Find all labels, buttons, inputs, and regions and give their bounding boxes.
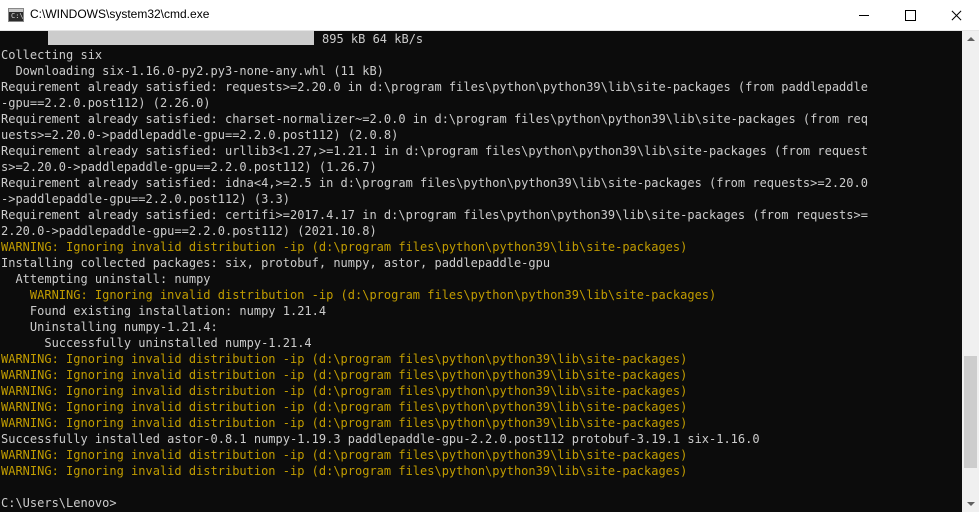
warning-line: WARNING: Ignoring invalid distribution -… bbox=[1, 368, 688, 382]
window-title: C:\WINDOWS\system32\cmd.exe bbox=[30, 7, 210, 21]
console-line: s>=2.20.0->paddlepaddle-gpu==2.2.0.post1… bbox=[1, 160, 377, 174]
download-progress-text: 895 kB 64 kB/s bbox=[322, 32, 424, 46]
vertical-scrollbar[interactable] bbox=[962, 31, 979, 512]
console-lines: Collecting six Downloading six-1.16.0-py… bbox=[1, 47, 962, 511]
console-line: Installing collected packages: six, prot… bbox=[1, 256, 551, 270]
console-line: Requirement already satisfied: urllib3<1… bbox=[1, 144, 868, 158]
console-line: Requirement already satisfied: idna<4,>=… bbox=[1, 176, 868, 190]
console-line: -gpu==2.2.0.post112) (2.26.0) bbox=[1, 96, 211, 110]
scroll-down-icon[interactable] bbox=[962, 495, 979, 512]
close-icon[interactable] bbox=[933, 0, 979, 30]
console-line: Requirement already satisfied: requests>… bbox=[1, 80, 868, 94]
console-line: uests>=2.20.0->paddlepaddle-gpu==2.2.0.p… bbox=[1, 128, 399, 142]
warning-line: WARNING: Ignoring invalid distribution -… bbox=[1, 416, 688, 430]
console-output[interactable]: 895 kB 64 kB/s Collecting six Downloadin… bbox=[0, 31, 962, 512]
warning-line: WARNING: Ignoring invalid distribution -… bbox=[1, 288, 717, 302]
cmd-window: C:\ C:\WINDOWS\system32\cmd.exe 895 kB 6… bbox=[0, 0, 979, 512]
title-bar[interactable]: C:\ C:\WINDOWS\system32\cmd.exe bbox=[0, 0, 979, 31]
scroll-track[interactable] bbox=[962, 48, 979, 495]
scroll-thumb[interactable] bbox=[964, 356, 977, 468]
cmd-icon-glyph: C:\ bbox=[11, 12, 24, 20]
console-line: 2.20.0->paddlepaddle-gpu==2.2.0.post112)… bbox=[1, 224, 377, 238]
scroll-up-icon[interactable] bbox=[962, 31, 979, 48]
console-line: Downloading six-1.16.0-py2.py3-none-any.… bbox=[1, 64, 384, 78]
warning-line: WARNING: Ignoring invalid distribution -… bbox=[1, 400, 688, 414]
console-line: Found existing installation: numpy 1.21.… bbox=[1, 304, 327, 318]
download-progress-bar bbox=[48, 31, 314, 45]
warning-line: WARNING: Ignoring invalid distribution -… bbox=[1, 464, 688, 478]
command-prompt: C:\Users\Lenovo> bbox=[1, 496, 117, 510]
console-line: Successfully uninstalled numpy-1.21.4 bbox=[1, 336, 312, 350]
console-line: Uninstalling numpy-1.21.4: bbox=[1, 320, 218, 334]
warning-line: WARNING: Ignoring invalid distribution -… bbox=[1, 352, 688, 366]
console-line: Successfully installed astor-0.8.1 numpy… bbox=[1, 432, 760, 446]
console-line: ->paddlepaddle-gpu==2.2.0.post112) (3.3) bbox=[1, 192, 290, 206]
warning-line: WARNING: Ignoring invalid distribution -… bbox=[1, 240, 688, 254]
warning-line: WARNING: Ignoring invalid distribution -… bbox=[1, 448, 688, 462]
console-line: Collecting six bbox=[1, 48, 103, 62]
console-line: Requirement already satisfied: charset-n… bbox=[1, 112, 868, 126]
maximize-icon[interactable] bbox=[887, 0, 933, 30]
warning-line: WARNING: Ignoring invalid distribution -… bbox=[1, 384, 688, 398]
cmd-icon[interactable]: C:\ bbox=[8, 8, 24, 22]
console-line: Requirement already satisfied: certifi>=… bbox=[1, 208, 868, 222]
minimize-icon[interactable] bbox=[841, 0, 887, 30]
console-line: Attempting uninstall: numpy bbox=[1, 272, 211, 286]
